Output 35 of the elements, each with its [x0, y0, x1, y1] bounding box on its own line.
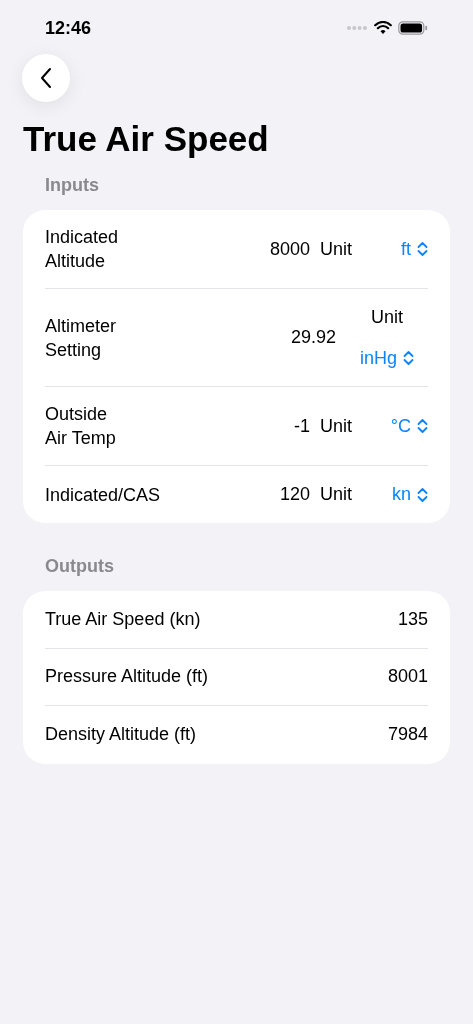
field-label: Altimeter Setting [45, 314, 116, 362]
value-field[interactable]: 29.92 [290, 324, 336, 351]
battery-icon [398, 21, 428, 35]
output-label: True Air Speed (kn) [45, 607, 201, 631]
field-label: Indicated/CAS [45, 483, 161, 507]
field-label: Outside Air Temp [45, 403, 116, 450]
unit-label: Unit [320, 415, 352, 436]
unit-label: Unit [370, 305, 403, 329]
unit-picker[interactable]: °C [390, 412, 428, 440]
signal-icon [346, 25, 368, 31]
up-down-chevron-icon [403, 350, 414, 366]
up-down-chevron-icon [417, 486, 428, 503]
output-label: Pressure Altitude (ft) [45, 665, 209, 689]
unit-picker[interactable]: inHg [359, 344, 414, 372]
up-down-chevron-icon [417, 241, 428, 257]
status-time: 12:46 [45, 16, 92, 40]
output-value: 8001 [387, 665, 428, 689]
section-header: Outputs [44, 555, 115, 578]
unit-label: Unit [320, 238, 352, 259]
output-label: Density Altitude (ft) [45, 723, 197, 747]
wifi-icon [374, 21, 392, 35]
output-value: 7984 [387, 723, 428, 747]
value-field[interactable]: -1 [293, 412, 310, 440]
back-chevron-icon [40, 67, 52, 89]
output-value: 135 [397, 607, 428, 631]
section-header: Inputs [44, 174, 100, 197]
back-button[interactable] [22, 54, 70, 102]
field-label: Indicated Altitude [45, 226, 119, 273]
up-down-chevron-icon [417, 418, 428, 434]
value-field[interactable]: 8000 [269, 235, 310, 263]
value-field[interactable]: 120 [279, 481, 310, 508]
unit-picker[interactable]: ft [401, 235, 428, 263]
page-title: True Air Speed [22, 118, 270, 160]
unit-label: Unit [320, 484, 352, 504]
unit-picker[interactable]: kn [392, 481, 428, 508]
